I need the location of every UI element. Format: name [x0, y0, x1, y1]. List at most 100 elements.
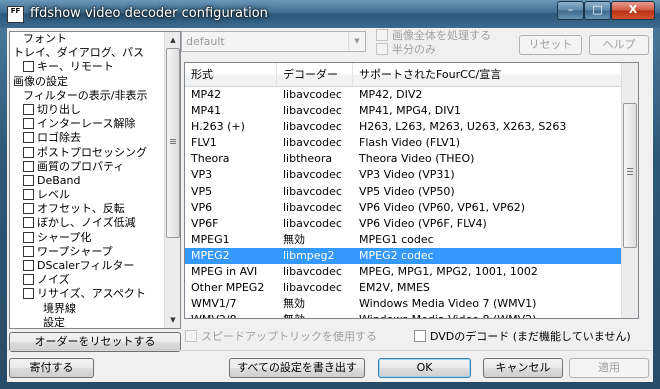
- tree-item-checkbox[interactable]: [23, 288, 34, 300]
- tree-item[interactable]: ぼかし、ノイズ低減: [10, 216, 165, 230]
- ok-button[interactable]: OK: [378, 358, 471, 378]
- reset-order-button[interactable]: オーダーをリセットする: [9, 332, 181, 352]
- table-row[interactable]: VP6F libavcodec VP6 Video (VP6F, FLV4): [185, 216, 622, 232]
- column-header-format[interactable]: 形式: [185, 63, 277, 86]
- table-row[interactable]: VP3 libavcodec VP3 Video (VP31): [185, 167, 622, 183]
- table-row[interactable]: FLV1 libavcodec Flash Video (FLV1): [185, 135, 622, 151]
- scroll-up-arrow-icon[interactable]: ▲: [166, 33, 180, 47]
- tree-item[interactable]: 画像の設定: [10, 75, 165, 89]
- table-row[interactable]: MPEG1 無効 MPEG1 codec: [185, 232, 622, 248]
- table-row[interactable]: Other MPEG2 libavcodec EM2V, MMES: [185, 280, 622, 296]
- table-row[interactable]: Theora libtheora Theora Video (THEO): [185, 151, 622, 167]
- tree-item-label: ノイズ: [37, 273, 70, 287]
- table-row[interactable]: WMV1/7 無効 Windows Media Video 7 (WMV1): [185, 296, 622, 312]
- tree-item[interactable]: オフセット、反転: [10, 202, 165, 216]
- table-scrollbar[interactable]: [621, 63, 638, 318]
- tree-item[interactable]: リサイズ、アスペクト: [10, 287, 165, 301]
- speedup-tricks-checkbox[interactable]: スピードアップトリックを使用する: [185, 330, 377, 344]
- close-button[interactable]: X: [611, 1, 655, 20]
- tree-item[interactable]: DeBand: [10, 174, 165, 188]
- preset-dropdown[interactable]: default ▼: [181, 31, 366, 52]
- tree-item-checkbox[interactable]: [23, 274, 34, 286]
- tree-item-label: ワープシャープ: [37, 244, 113, 258]
- write-all-settings-button[interactable]: すべての設定を書き出す: [229, 358, 365, 378]
- table-scroll-thumb[interactable]: [623, 103, 637, 248]
- table-row[interactable]: MPEG in AVI libavcodec MPEG, MPG1, MPG2, 1…: [185, 264, 622, 280]
- table-cell: Flash Video (FLV1): [359, 136, 460, 150]
- title-bar[interactable]: FF ffdshow video decoder configuration –…: [0, 0, 660, 28]
- tree-item[interactable]: ノイズ: [10, 273, 165, 287]
- tree-item[interactable]: 設定: [10, 316, 165, 328]
- table-row[interactable]: VP5 libavcodec VP5 Video (VP50): [185, 184, 622, 200]
- table-row[interactable]: VP6 libavcodec VP6 Video (VP60, VP61, VP62…: [185, 200, 622, 216]
- tree-item-checkbox[interactable]: [23, 174, 34, 186]
- tree-item[interactable]: フィルターの表示/非表示: [10, 89, 165, 103]
- donate-button[interactable]: 寄付する: [9, 358, 94, 378]
- tree-item-checkbox[interactable]: [23, 61, 34, 73]
- tree-item[interactable]: DScalerフィルター: [10, 259, 165, 273]
- table-cell: VP3 Video (VP31): [359, 168, 455, 182]
- reset-button[interactable]: リセット: [519, 35, 582, 55]
- process-whole-image-checkbox[interactable]: 画像全体を処理する: [376, 29, 491, 43]
- table-header: 形式 デコーダー サポートされたFourCC/宣言: [185, 63, 622, 87]
- tree-item-checkbox[interactable]: [23, 118, 34, 130]
- tree-item[interactable]: 画質のプロパティ: [10, 160, 165, 174]
- table-cell: libavcodec: [283, 136, 342, 150]
- tree-item-checkbox[interactable]: [23, 132, 34, 144]
- tree-item-checkbox[interactable]: [23, 245, 34, 257]
- maximize-button[interactable]: □: [584, 1, 611, 20]
- tree-item-label: DeBand: [37, 173, 81, 187]
- half-only-checkbox[interactable]: 半分のみ: [376, 43, 436, 57]
- tree-item[interactable]: キー、リモート: [10, 60, 165, 74]
- tree-item[interactable]: トレイ、ダイアログ、パス: [10, 46, 165, 60]
- table-cell: VP6 Video (VP6F, FLV4): [359, 216, 487, 230]
- tree-item-checkbox[interactable]: [23, 189, 34, 201]
- tree-item[interactable]: シャープ化: [10, 231, 165, 245]
- table-cell: VP6 Video (VP60, VP61, VP62): [359, 200, 526, 214]
- column-header-fourcc[interactable]: サポートされたFourCC/宣言: [353, 63, 598, 86]
- tree-item-checkbox[interactable]: [23, 260, 34, 271]
- tree-item-label: ポストプロセッシング: [37, 145, 147, 159]
- tree-item[interactable]: ワープシャープ: [10, 245, 165, 259]
- table-cell: 無効: [277, 312, 353, 318]
- tree-list: フォント トレイ、ダイアログ、パス キー、リモート 画像の設定 フィルターの表示/非表示…: [10, 32, 165, 328]
- tree-item-checkbox[interactable]: [23, 146, 34, 158]
- minimize-button[interactable]: –: [557, 1, 584, 20]
- apply-button[interactable]: 適用: [569, 358, 649, 378]
- table-cell: MPEG1 codec: [359, 232, 434, 246]
- help-button[interactable]: ヘルプ: [589, 35, 649, 55]
- divider: [7, 350, 653, 351]
- tree-item[interactable]: フォント: [10, 32, 165, 46]
- table-cell: MP42, DIV2: [359, 88, 423, 101]
- codec-table[interactable]: 形式 デコーダー サポートされたFourCC/宣言 MP42 libavcodec…: [184, 62, 639, 319]
- tree-item-checkbox[interactable]: [23, 231, 34, 243]
- cancel-button[interactable]: キャンセル: [483, 358, 563, 378]
- tree-item-checkbox[interactable]: [23, 103, 34, 115]
- table-row[interactable]: MP42 libavcodec MP42, DIV2: [185, 87, 622, 103]
- tree-item[interactable]: 境界線: [10, 302, 165, 316]
- tree-item[interactable]: インターレース解除: [10, 117, 165, 131]
- table-cell: libmpeg2: [283, 248, 335, 262]
- tree-scrollbar[interactable]: ▲ ▼: [164, 32, 180, 328]
- tree-scroll-thumb[interactable]: [166, 48, 180, 238]
- settings-tree[interactable]: フォント トレイ、ダイアログ、パス キー、リモート 画像の設定 フィルターの表示/非表示…: [9, 31, 181, 329]
- dvd-decode-checkbox[interactable]: DVDのデコード (まだ機能していません): [414, 330, 631, 344]
- tree-item[interactable]: ロゴ除去: [10, 131, 165, 145]
- table-row[interactable]: MP41 libavcodec MP41, MPG4, DIV1: [185, 103, 622, 119]
- tree-item-checkbox[interactable]: [23, 160, 34, 172]
- tree-item[interactable]: ポストプロセッシング: [10, 146, 165, 160]
- table-row[interactable]: MPEG2 libmpeg2 MPEG2 codec: [185, 247, 622, 265]
- table-body: MP42 libavcodec MP42, DIV2 MP41 libavcodec MP…: [185, 87, 622, 318]
- window-title: ffdshow video decoder configuration: [30, 6, 268, 21]
- table-cell: libavcodec: [283, 184, 342, 198]
- tree-item-checkbox[interactable]: [23, 217, 34, 229]
- tree-item-checkbox[interactable]: [23, 203, 34, 215]
- table-row[interactable]: WMV2/8無効Windows Media Video 8 (WMV2): [185, 312, 622, 318]
- column-header-decoder[interactable]: デコーダー: [277, 63, 353, 86]
- scroll-down-arrow-icon[interactable]: ▼: [166, 313, 180, 327]
- table-cell: libavcodec: [283, 281, 342, 295]
- table-cell: EM2V, MMES: [359, 281, 430, 295]
- table-row[interactable]: H.263 (+) libavcodec H263, L263, M263, U26…: [185, 119, 622, 135]
- tree-item[interactable]: レベル: [10, 188, 165, 202]
- tree-item[interactable]: 切り出し: [10, 103, 165, 117]
